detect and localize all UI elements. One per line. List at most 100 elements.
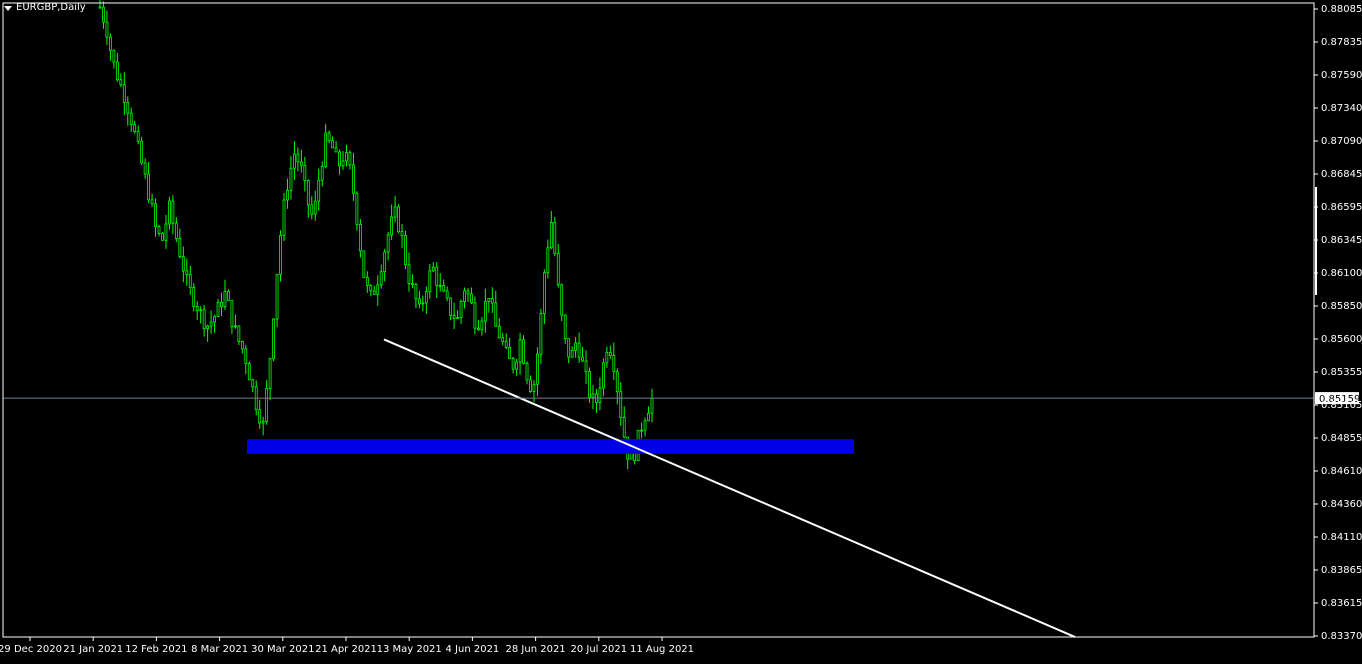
candle-body [372,290,376,295]
candle-body [102,6,105,23]
candle [445,286,449,302]
candle [202,304,206,337]
candle [456,310,459,320]
price-tick-label: 0.86345 [1321,235,1362,246]
candle [237,325,241,346]
candle-body [98,6,102,9]
candle [522,335,525,365]
support-zone [247,439,854,454]
candle-body [345,152,348,162]
price-tick-label: 0.84110 [1321,532,1362,543]
candle-body [202,309,206,330]
candle-body [296,153,300,163]
candle [320,161,324,187]
candle-body [237,325,241,342]
time-tick-label: 30 Mar 2021 [251,644,314,655]
candle [310,196,314,220]
candle [390,204,394,240]
overlays-layer: 0.85159 [3,338,1360,638]
candle-body [553,222,557,254]
candle-body [581,356,584,362]
candle-body [136,131,140,142]
price-tick-label: 0.86845 [1321,169,1362,180]
candle-body [511,358,515,370]
chart-title[interactable]: EURGBP,Daily [4,2,86,13]
candle [188,265,192,295]
chart-window[interactable]: EURGBP,Daily 0.85159 0.88085 0.87835 0.875… [0,0,1362,660]
candle [220,292,223,317]
candle [299,149,303,173]
candle-body [397,206,400,233]
candle-body [105,21,109,38]
price-tick-label: 0.87835 [1321,37,1362,48]
candle-body [539,313,543,355]
price-tick-label: 0.87340 [1321,103,1362,114]
candle [136,125,140,145]
candle-body [352,164,355,194]
candle-body [497,325,501,339]
candle [553,216,557,257]
candle [168,196,171,230]
candle [414,282,418,309]
price-tick-label: 0.83615 [1321,598,1362,609]
candle-body [303,164,307,181]
candle [324,124,328,169]
candle [150,193,154,207]
price-tick-label: 0.87090 [1321,136,1362,147]
candle-body [515,361,519,370]
candle-body [615,371,619,393]
candle-body [393,206,397,218]
candle-body [480,320,484,331]
candle [140,136,144,165]
candle-body [438,284,442,287]
candle [383,248,387,282]
candle [477,319,480,332]
candle-body [306,180,310,206]
candle [574,337,578,358]
candle [174,217,178,243]
candle-body [164,223,168,241]
candle [275,273,279,327]
candle [504,333,508,350]
candle-body [115,61,119,81]
candle-body [490,298,494,304]
candle-body [174,222,178,239]
candle-body [261,420,265,424]
candle [331,136,335,149]
candle [289,156,293,200]
candle-body [605,352,609,364]
candle-body [240,340,244,350]
candle-body [192,287,196,307]
candle [556,244,560,288]
candle-body [560,284,564,316]
candle [397,204,400,234]
candle [181,246,185,283]
dropdown-triangle-icon[interactable] [4,5,12,11]
candle [223,279,227,310]
candle [542,269,546,325]
candle [438,273,442,292]
candle-body [133,124,137,132]
candle [536,347,539,397]
plot-frame [2,2,1315,638]
candle-body [334,147,338,153]
candle [272,318,275,362]
candle [570,346,574,358]
candle [251,378,255,393]
candle-body [230,299,234,328]
candle-body [195,306,199,312]
candle [209,310,213,334]
candle [563,314,567,344]
candle-body [272,318,275,360]
candle-body [424,291,428,304]
symbol-title: EURGBP,Daily [16,2,86,13]
candle [480,316,484,336]
price-tick-label: 0.84360 [1321,499,1362,510]
candlestick-chart[interactable]: 0.85159 0.88085 0.87835 0.87590 0.87340 0.87… [0,0,1362,660]
candle [355,191,359,231]
candle [490,287,494,313]
candle [216,298,220,317]
candle-body [268,358,272,389]
candle [546,239,550,279]
candle [473,296,477,335]
